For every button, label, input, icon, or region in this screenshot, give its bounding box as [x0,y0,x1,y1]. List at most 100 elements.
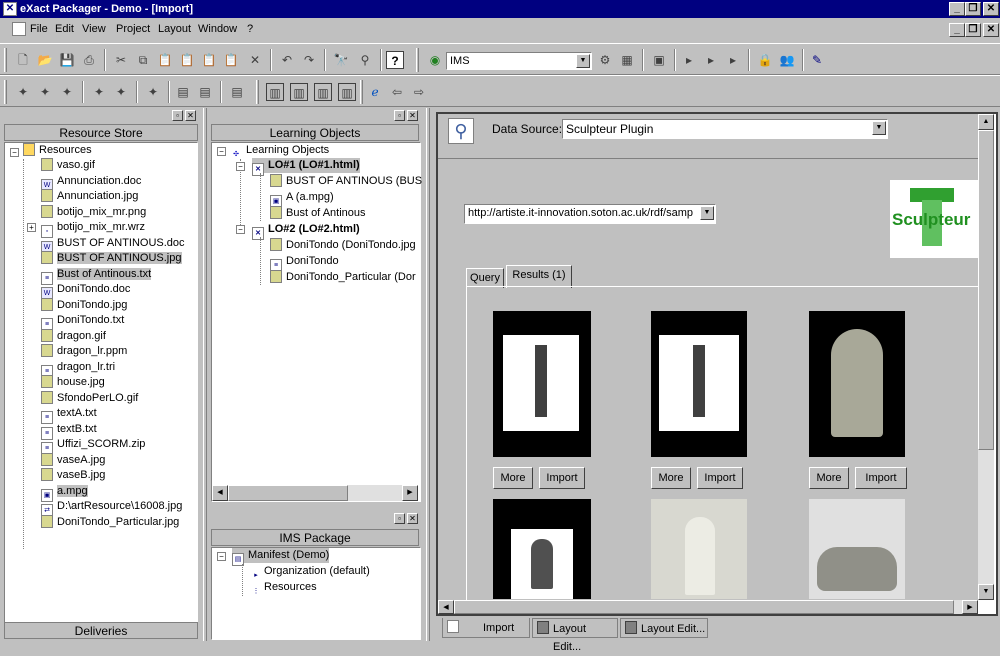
resource-item[interactable]: DoniTondo.jpg [41,297,127,313]
lo-child[interactable]: Bust of Antinous [270,206,366,221]
tab-query[interactable]: Query [466,268,504,288]
doc-tab-layout-edit-1[interactable]: Layout Edit... [532,618,618,653]
properties-icon[interactable]: ▤ [174,83,192,101]
minimize-button[interactable]: _ [949,2,965,16]
copy-icon[interactable]: ⧉ [134,51,152,69]
panel-close-button[interactable]: ✕ [185,110,196,121]
layout-1-icon[interactable]: ▥ [266,83,284,101]
vertical-splitter[interactable] [426,108,430,641]
menu-edit[interactable]: Edit [55,23,74,35]
result-thumbnail[interactable] [651,311,747,457]
users-icon[interactable]: 👥 [778,51,796,69]
link-remove-icon[interactable]: ✦ [58,83,76,101]
deliveries-tab[interactable]: Deliveries [4,622,198,639]
resource-item[interactable]: ≡ Bust of Antinous.txt [41,267,152,285]
collapse-toggle[interactable]: − [236,225,245,234]
url-combo[interactable]: http://artiste.it-innovation.soton.ac.uk… [464,204,716,224]
resource-item[interactable]: W Annunciation.doc [41,174,141,192]
expand-toggle[interactable]: + [27,223,36,232]
node-up-icon[interactable]: ✦ [90,83,108,101]
resource-item[interactable]: DoniTondo_Particular.jpg [41,514,179,530]
horizontal-scrollbar[interactable]: ◀ ▶ [212,485,418,501]
paste-link-icon[interactable]: 📋 [200,51,218,69]
scroll-down-button[interactable]: ▼ [978,584,994,600]
resource-item[interactable]: BUST OF ANTINOUS.jpg [41,251,182,266]
organization-node[interactable]: ▸ Organization (default) [252,564,370,579]
resource-item[interactable]: ≡ textA.txt [41,406,97,424]
redo-icon[interactable]: ↷ [300,51,318,69]
resource-item[interactable]: ≡ dragon_lr.tri [41,360,115,378]
menu-window[interactable]: Window [198,23,237,35]
lo-child[interactable]: DoniTondo_Particular (Dor [270,270,416,285]
clipboard-icon[interactable]: 📋 [222,51,240,69]
tab-results[interactable]: Results (1) [506,265,572,288]
more-button[interactable]: More [493,467,533,489]
child-restore-button[interactable]: ❐ [965,23,981,37]
chevron-down-icon[interactable]: ▼ [576,54,590,68]
node-icon[interactable]: ✦ [144,83,162,101]
layout-3-icon[interactable]: ▥ [314,83,332,101]
lo-child[interactable]: ≡ DoniTondo [270,254,339,272]
import-button[interactable]: Import [539,467,585,489]
scroll-thumb[interactable] [978,130,994,450]
resources-node[interactable]: ⋮ Resources [252,580,317,595]
scroll-up-button[interactable]: ▲ [978,114,994,130]
toolbar-grip[interactable] [360,80,363,104]
more-button[interactable]: More [651,467,691,489]
result-thumbnail[interactable] [493,311,591,457]
open-icon[interactable]: 📂 [36,51,54,69]
resource-item[interactable]: ≡ DoniTondo.txt [41,313,124,331]
scroll-left-button[interactable]: ◀ [438,600,454,614]
panel-pin-button[interactable]: ▫ [394,513,405,524]
export-all-icon[interactable]: ▸ [702,51,720,69]
result-thumbnail[interactable] [493,499,591,599]
resource-item[interactable]: Annunciation.jpg [41,189,138,204]
help-icon[interactable]: ? [386,51,404,69]
browser-icon[interactable]: ℯ [366,83,384,101]
toolbar-grip[interactable] [4,48,7,72]
vertical-splitter[interactable] [203,108,207,641]
lo-child[interactable]: DoniTondo (DoniTondo.jpg [270,238,416,253]
resource-item[interactable]: dragon.gif [41,328,106,344]
globe-icon[interactable]: ◉ [426,51,444,69]
panel-close-button[interactable]: ✕ [407,110,418,121]
resource-item[interactable]: ⇄ D:\artResource\16008.jpg [41,499,182,517]
child-close-button[interactable]: ✕ [983,23,999,37]
layout-2-icon[interactable]: ▥ [290,83,308,101]
panel-pin-button[interactable]: ▫ [172,110,183,121]
preview-icon[interactable]: ▤ [228,83,246,101]
resource-item[interactable]: W DoniTondo.doc [41,282,130,300]
new-icon[interactable]: 🗋 [14,51,32,69]
resource-item[interactable]: + ▫ botijo_mix_mr.wrz [27,220,145,238]
delete-icon[interactable]: ✕ [246,51,264,69]
undo-icon[interactable]: ↶ [278,51,296,69]
resource-item[interactable]: vaseB.jpg [41,468,105,483]
result-thumbnail[interactable] [809,499,905,599]
calendar-icon[interactable]: ▦ [618,51,636,69]
metadata-icon[interactable]: ▤ [196,83,214,101]
toolbar-grip[interactable] [256,80,259,104]
layout-4-icon[interactable]: ▥ [338,83,356,101]
replace-icon[interactable]: ⚲ [356,51,374,69]
panel-close-button[interactable]: ✕ [407,513,418,524]
lo-item-lo1[interactable]: ✕ LO#1 (LO#1.html) [252,158,360,176]
scroll-right-button[interactable]: ▶ [962,600,978,614]
result-thumbnail[interactable] [809,311,905,457]
resource-item[interactable]: vaseA.jpg [41,452,105,468]
lock-icon[interactable]: 🔒 [756,51,774,69]
save-icon[interactable]: 💾 [58,51,76,69]
plugin-icon[interactable]: ✎ [808,51,826,69]
link-add-icon[interactable]: ✦ [14,83,32,101]
toolbar-grip[interactable] [4,80,7,104]
tree-root-resources[interactable]: Resources [23,143,92,158]
resource-item[interactable]: SfondoPerLO.gif [41,390,138,406]
close-button[interactable]: ✕ [983,2,999,16]
manifest-node[interactable]: ▤ Manifest (Demo) [232,548,330,566]
tree-root-learning-objects[interactable]: ✣ Learning Objects [230,143,329,158]
resource-item[interactable]: botijo_mix_mr.png [41,204,146,220]
collapse-toggle[interactable]: − [10,148,19,157]
menu-layout[interactable]: Layout [158,23,191,35]
vertical-scrollbar[interactable]: ▲ ▼ [978,114,994,600]
doc-tab-layout-edit-2[interactable]: Layout Edit... [620,618,708,638]
lo-child[interactable]: BUST OF ANTINOUS (BUS [270,174,422,189]
